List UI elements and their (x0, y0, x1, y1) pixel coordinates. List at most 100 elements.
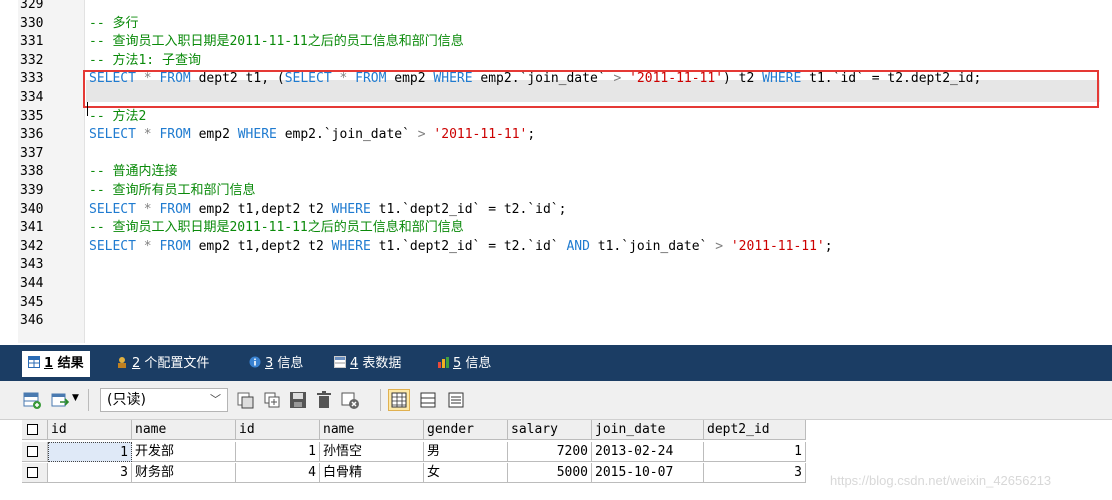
code-token: * (143, 127, 152, 143)
code-text[interactable]: -- 方法1: 子查询 (89, 52, 201, 71)
row-checkbox[interactable] (27, 446, 38, 457)
column-header-dept2-id[interactable]: dept2_id (704, 420, 806, 440)
cell-dept2-id[interactable]: 1 (704, 442, 806, 462)
code-line[interactable]: 335 -- 方法2 (0, 108, 1112, 127)
line-number: 342 (20, 238, 44, 254)
save-disk-icon[interactable] (288, 390, 308, 410)
code-line[interactable]: 342 SELECT * FROM emp2 t1,dept2 t2 WHERE … (0, 238, 1112, 257)
form-view-icon[interactable] (418, 390, 438, 410)
add-row-icon[interactable] (22, 390, 42, 410)
cell-id-2[interactable]: 1 (236, 442, 320, 462)
cell-name-2[interactable]: 白骨精 (320, 463, 424, 483)
code-line[interactable]: 345 (0, 294, 1112, 313)
code-line[interactable]: 339 -- 查询所有员工和部门信息 (0, 182, 1112, 201)
tab-results[interactable]: 1 结果 (22, 351, 90, 377)
line-number: 334 (20, 90, 44, 105)
chart-info-icon (437, 352, 449, 368)
code-token: ; (824, 238, 833, 254)
line-number: 332 (20, 52, 44, 68)
row-checkbox[interactable] (27, 467, 38, 478)
grid-result-icon (28, 352, 40, 368)
code-token: AND (566, 238, 590, 254)
cell-name-2[interactable]: 孙悟空 (320, 442, 424, 462)
copy-row-icon[interactable] (236, 390, 256, 410)
toolbar-separator (88, 389, 89, 411)
cell-salary[interactable]: 5000 (508, 463, 592, 483)
select-all-checkbox[interactable] (27, 424, 38, 435)
cell-id[interactable]: 1 (48, 442, 132, 462)
cell-id[interactable]: 3 (48, 463, 132, 483)
code-line[interactable]: 341 -- 查询员工入职日期是2011-11-11之后的员工信息和部门信息 (0, 219, 1112, 238)
cell-name[interactable]: 财务部 (132, 463, 236, 483)
code-line[interactable]: 344 (0, 275, 1112, 294)
code-text[interactable]: SELECT * FROM emp2 t1,dept2 t2 WHERE t1.… (89, 238, 833, 257)
cell-id-2[interactable]: 4 (236, 463, 320, 483)
tab-table-data-number: 4 (350, 356, 359, 371)
row-checkbox-cell[interactable] (22, 463, 48, 483)
code-text[interactable]: -- 普通内连接 (89, 163, 177, 182)
tab-table-data[interactable]: 4 表数据 (334, 351, 401, 377)
grid-view-icon[interactable] (388, 389, 410, 411)
code-line[interactable]: 337 (0, 145, 1112, 164)
code-token: SELECT (89, 238, 136, 254)
code-line[interactable]: 336 SELECT * FROM emp2 WHERE emp2.`join_d… (0, 126, 1112, 145)
code-text[interactable]: SELECT * FROM emp2 WHERE emp2.`join_date… (89, 126, 535, 145)
column-header-name[interactable]: name (132, 420, 236, 440)
code-text[interactable]: -- 查询员工入职日期是2011-11-11之后的员工信息和部门信息 (89, 219, 464, 238)
code-token: SELECT (89, 127, 136, 143)
line-number: 336 (20, 127, 44, 143)
column-header-join-date[interactable]: join_date (592, 420, 704, 440)
code-line[interactable]: 331 -- 查询员工入职日期是2011-11-11之后的员工信息和部门信息 (0, 33, 1112, 52)
code-line[interactable]: 338 -- 普通内连接 (0, 163, 1112, 182)
code-text[interactable]: SELECT * FROM emp2 t1,dept2 t2 WHERE t1.… (89, 201, 566, 220)
column-header-name-2[interactable]: name (320, 420, 424, 440)
line-number: 337 (20, 145, 44, 161)
row-checkbox-cell[interactable] (22, 442, 48, 462)
delete-icon[interactable] (314, 390, 334, 410)
tab-info[interactable]: 3 信息 (249, 351, 303, 377)
readonly-select[interactable]: (只读) ﹀ (100, 388, 228, 412)
duplicate-icon[interactable] (262, 390, 282, 410)
code-line[interactable]: 330 -- 多行 (0, 15, 1112, 34)
cell-gender[interactable]: 女 (424, 463, 508, 483)
cell-join-date[interactable]: 2013-02-24 (592, 442, 704, 462)
tab-info-label: 信息 (277, 356, 304, 371)
code-token: emp2 (190, 127, 238, 143)
code-line[interactable]: 329 (0, 0, 1112, 15)
code-line[interactable]: 346 (0, 312, 1112, 331)
export-icon[interactable] (50, 390, 70, 410)
result-tab-bar: 1 结果 2 个配置文件 3 信息 4 表数据 5 信息 (0, 345, 1112, 381)
tab-profiles[interactable]: 2 个配置文件 (116, 351, 209, 377)
code-text[interactable]: -- 查询员工入职日期是2011-11-11之后的员工信息和部门信息 (89, 33, 464, 52)
tab-info-2-label: 信息 (465, 356, 492, 371)
cell-gender[interactable]: 男 (424, 442, 508, 462)
column-header-salary[interactable]: salary (508, 420, 592, 440)
code-line[interactable]: 340 SELECT * FROM emp2 t1,dept2 t2 WHERE … (0, 201, 1112, 220)
column-header-id[interactable]: id (48, 420, 132, 440)
cell-dept2-id[interactable]: 3 (704, 463, 806, 483)
line-number: 330 (20, 15, 44, 31)
cell-name[interactable]: 开发部 (132, 442, 236, 462)
line-number: 329 (20, 0, 44, 12)
cell-salary[interactable]: 7200 (508, 442, 592, 462)
code-line[interactable]: 332 -- 方法1: 子查询 (0, 52, 1112, 71)
tab-info-2[interactable]: 5 信息 (437, 351, 491, 377)
code-text[interactable]: -- 多行 (89, 15, 138, 34)
column-header-id-2[interactable]: id (236, 420, 320, 440)
code-token: t1.`dept2_id` = t2.`id`; (370, 201, 567, 217)
sql-editor[interactable]: 329 330 -- 多行 331 -- 查询员工入职日期是2011-11-11之后的员… (0, 0, 1112, 343)
text-view-icon[interactable] (446, 390, 466, 410)
cell-join-date[interactable]: 2015-10-07 (592, 463, 704, 483)
column-header-gender[interactable]: gender (424, 420, 508, 440)
code-token: t1.`join_date` (589, 238, 716, 254)
export-dropdown-arrow[interactable]: ▼ (72, 393, 79, 403)
code-text[interactable]: -- 查询所有员工和部门信息 (89, 182, 255, 201)
chevron-down-icon: ﹀ (210, 393, 221, 406)
line-number: 338 (20, 164, 44, 180)
refresh-icon[interactable] (340, 390, 360, 410)
code-text[interactable]: -- 方法2 (89, 108, 146, 127)
select-all-checkbox-cell[interactable] (22, 420, 48, 440)
line-number: 345 (20, 294, 44, 310)
code-line[interactable]: 343 (0, 256, 1112, 275)
